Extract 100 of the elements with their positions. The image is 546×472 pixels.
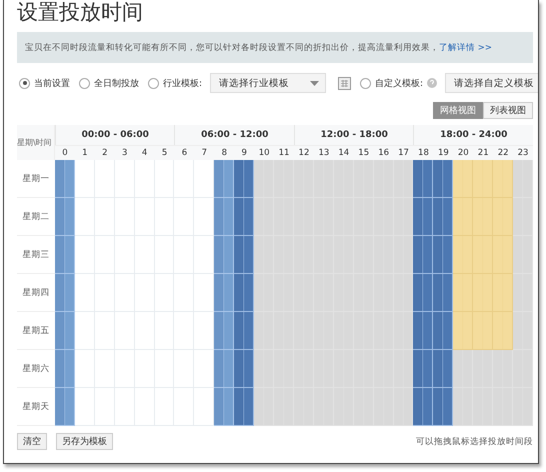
hour-header: 8 xyxy=(214,145,234,160)
time-slot-cell[interactable] xyxy=(254,160,274,198)
time-slot-cell[interactable] xyxy=(55,388,75,426)
time-slot-cell[interactable] xyxy=(354,388,374,426)
help-icon[interactable] xyxy=(427,78,438,88)
time-slot-cell[interactable] xyxy=(433,198,454,236)
time-slot-cell[interactable] xyxy=(513,198,533,236)
time-slot-cell[interactable] xyxy=(433,350,454,388)
time-slot-cell[interactable] xyxy=(493,312,514,350)
template-select[interactable]: 请选择自定义模板 xyxy=(445,73,538,93)
action-button[interactable]: 清空 xyxy=(17,433,47,450)
time-slot-cell[interactable] xyxy=(493,160,514,198)
time-slot-cell[interactable] xyxy=(374,388,394,426)
view-tab[interactable]: 列表视图 xyxy=(483,102,533,119)
time-slot-cell[interactable] xyxy=(254,236,274,274)
time-slot-cell[interactable] xyxy=(413,312,434,350)
time-slot-cell[interactable] xyxy=(453,274,474,312)
time-slot-cell[interactable] xyxy=(513,160,533,198)
time-slot-cell[interactable] xyxy=(55,274,75,312)
time-slot-cell[interactable] xyxy=(214,274,234,312)
time-slot-cell[interactable] xyxy=(234,274,254,312)
time-slot-cell[interactable] xyxy=(394,274,414,312)
time-slot-cell[interactable] xyxy=(254,274,274,312)
radio-button[interactable] xyxy=(360,78,372,88)
time-slot-cell[interactable] xyxy=(234,312,254,350)
time-slot-cell[interactable] xyxy=(413,350,434,388)
time-slot-cell[interactable] xyxy=(513,236,533,274)
time-slot-cell[interactable] xyxy=(55,350,75,388)
time-slot-cell[interactable] xyxy=(234,388,254,426)
time-slot-cell[interactable] xyxy=(254,388,274,426)
radio-button[interactable] xyxy=(148,78,159,88)
time-slot-cell[interactable] xyxy=(413,236,434,274)
time-slot-cell[interactable] xyxy=(453,160,474,198)
time-slot-cell[interactable] xyxy=(513,312,533,350)
time-slot-cell[interactable] xyxy=(413,274,434,312)
time-slot-cell[interactable] xyxy=(473,312,494,350)
time-slot-cell[interactable] xyxy=(433,160,454,198)
time-slot-cell[interactable] xyxy=(55,312,75,350)
time-slot-cell[interactable] xyxy=(453,312,474,350)
time-slot-cell[interactable] xyxy=(214,350,234,388)
time-slot-cell[interactable] xyxy=(493,236,514,274)
time-slot-cell[interactable] xyxy=(413,160,434,198)
time-slot-cell[interactable] xyxy=(214,312,234,350)
time-slot-cell[interactable] xyxy=(473,350,494,388)
time-slot-cell[interactable] xyxy=(473,388,494,426)
time-slot-cell[interactable] xyxy=(314,160,334,198)
time-slot-cell[interactable] xyxy=(413,198,434,236)
time-slot-cell[interactable] xyxy=(394,350,414,388)
time-slot-cell[interactable] xyxy=(254,350,274,388)
time-slot-cell[interactable] xyxy=(433,312,454,350)
time-slot-cell[interactable] xyxy=(214,198,234,236)
radio-button[interactable] xyxy=(79,78,90,88)
template-select[interactable]: 请选择行业模板 xyxy=(210,73,326,93)
time-slot-cell[interactable] xyxy=(453,388,474,426)
time-slot-cell[interactable] xyxy=(513,274,533,312)
time-slot-cell[interactable] xyxy=(234,236,254,274)
grid-icon[interactable] xyxy=(338,76,352,90)
time-slot-cell[interactable] xyxy=(433,236,454,274)
time-slot-cell[interactable] xyxy=(394,388,414,426)
time-slot-cell[interactable] xyxy=(453,350,474,388)
time-slot-cell[interactable] xyxy=(55,160,75,198)
time-slot-cell[interactable] xyxy=(493,388,514,426)
time-slot-cell[interactable] xyxy=(354,160,374,198)
time-slot-cell[interactable] xyxy=(234,198,254,236)
time-slot-cell[interactable] xyxy=(413,388,434,426)
time-slot-cell[interactable] xyxy=(294,388,314,426)
time-slot-cell[interactable] xyxy=(394,160,414,198)
time-slot-cell[interactable] xyxy=(493,198,514,236)
time-slot-cell[interactable] xyxy=(433,388,454,426)
time-slot-cell[interactable] xyxy=(394,236,414,274)
time-slot-cell[interactable] xyxy=(513,388,533,426)
time-slot-cell[interactable] xyxy=(374,160,394,198)
time-slot-cell[interactable] xyxy=(314,388,334,426)
time-slot-cell[interactable] xyxy=(473,160,494,198)
time-slot-cell[interactable] xyxy=(274,388,294,426)
time-slot-cell[interactable] xyxy=(294,160,314,198)
time-slot-cell[interactable] xyxy=(513,350,533,388)
time-slot-cell[interactable] xyxy=(394,198,414,236)
time-slot-cell[interactable] xyxy=(254,198,274,236)
time-slot-cell[interactable] xyxy=(254,312,274,350)
time-slot-cell[interactable] xyxy=(394,312,414,350)
time-slot-cell[interactable] xyxy=(55,236,75,274)
radio-button[interactable] xyxy=(19,78,30,88)
time-slot-cell[interactable] xyxy=(234,350,254,388)
time-slot-cell[interactable] xyxy=(214,160,234,198)
time-slot-cell[interactable] xyxy=(55,198,75,236)
time-slot-cell[interactable] xyxy=(334,388,354,426)
hour-header: 12 xyxy=(294,145,314,160)
time-slot-cell[interactable] xyxy=(334,160,354,198)
time-slot-cell[interactable] xyxy=(493,274,514,312)
time-slot-cell[interactable] xyxy=(453,236,474,274)
time-slot-cell[interactable] xyxy=(274,160,294,198)
learn-more-link[interactable]: 了解详情 >> xyxy=(439,42,492,54)
time-slot-cell[interactable] xyxy=(214,388,234,426)
action-button[interactable]: 另存为模板 xyxy=(56,433,113,450)
time-slot-cell[interactable] xyxy=(234,160,254,198)
time-slot-cell[interactable] xyxy=(453,198,474,236)
time-slot-cell[interactable] xyxy=(493,350,514,388)
time-slot-cell[interactable] xyxy=(433,274,454,312)
time-slot-cell[interactable] xyxy=(214,236,234,274)
